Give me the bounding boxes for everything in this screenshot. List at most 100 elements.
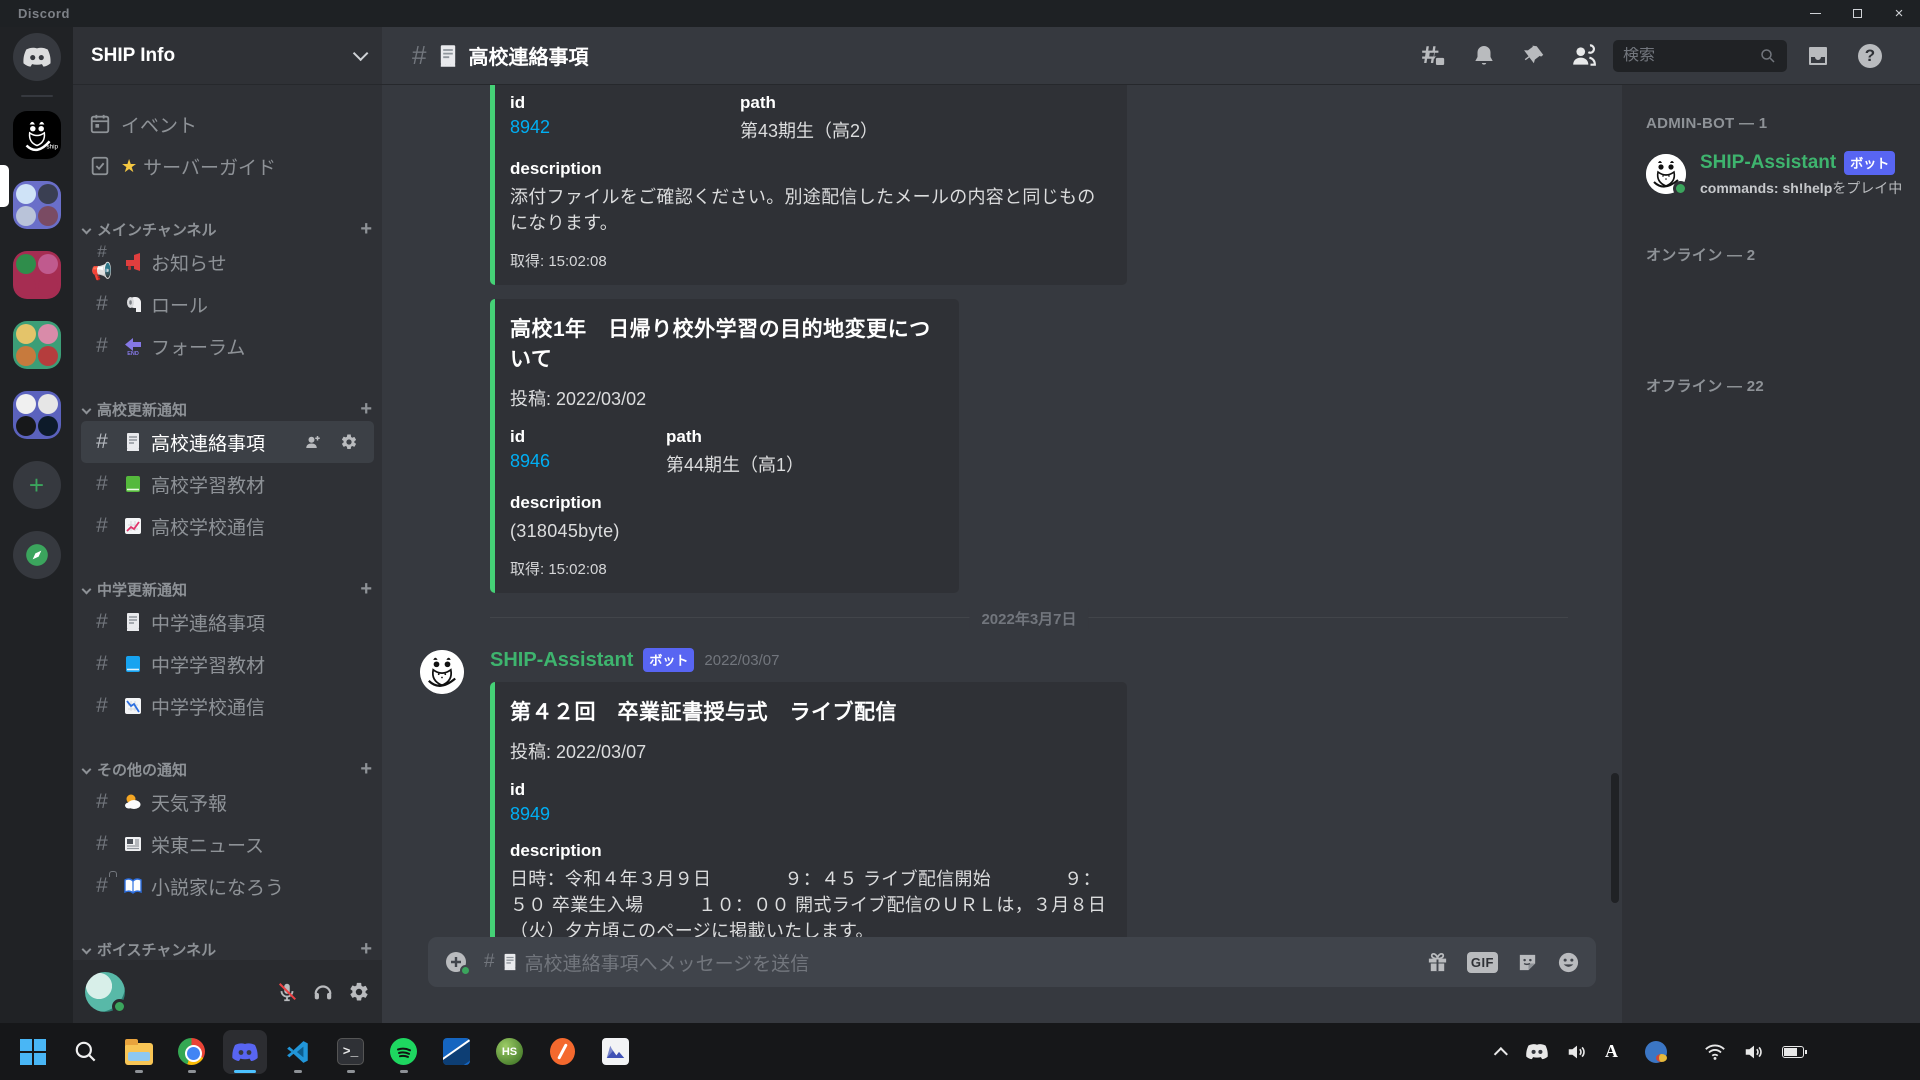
sidebar-item-events[interactable]: イベント: [81, 103, 374, 145]
tray-volume-icon-2[interactable]: [1743, 1041, 1765, 1063]
discord-home-button[interactable]: [13, 33, 61, 81]
message-input[interactable]: # 高校連絡事項へメッセージを送信 GIF: [428, 937, 1596, 987]
server-3[interactable]: [13, 251, 61, 299]
channel-jhs-notices[interactable]: 中学連絡事項: [81, 601, 374, 643]
notifications-bell-icon[interactable]: [1472, 44, 1496, 68]
taskbar-spotify[interactable]: [383, 1028, 424, 1076]
embed-field-value-link[interactable]: 8942: [510, 117, 740, 138]
sidebar-item-label: イベント: [121, 111, 197, 138]
battery-icon[interactable]: [1782, 1046, 1804, 1058]
tray-discord-icon[interactable]: [1525, 1043, 1549, 1060]
taskbar-chart-app[interactable]: [595, 1028, 636, 1076]
taskbar-affinity[interactable]: [436, 1028, 477, 1076]
taskbar-paint-app[interactable]: [542, 1028, 583, 1076]
vscode-icon: [285, 1039, 311, 1065]
embed-field-name: id: [510, 427, 666, 447]
server-ship-info[interactable]: ship: [13, 111, 61, 159]
channel-weather[interactable]: 天気予報: [81, 781, 374, 823]
member-row[interactable]: SHIP-Assistant ボット commands: sh!helpをプレイ…: [1646, 146, 1910, 202]
message-author[interactable]: SHIP-Assistant: [490, 649, 633, 672]
server-4[interactable]: [13, 321, 61, 369]
channel-novelist[interactable]: 小説家になろう: [81, 865, 374, 907]
headphones-icon[interactable]: [312, 981, 334, 1003]
taskbar-search-button[interactable]: [65, 1028, 106, 1076]
channel-hs-newsletter[interactable]: 高校学校通信: [81, 505, 374, 547]
member-list-toggle-icon[interactable]: [1571, 43, 1597, 69]
chat-scrollbar[interactable]: [1611, 773, 1619, 903]
channel-announcements[interactable]: 📢 お知らせ: [81, 241, 374, 283]
create-channel-icon[interactable]: [360, 578, 372, 601]
channel-jhs-newsletter[interactable]: 中学学校通信: [81, 685, 374, 727]
server-5[interactable]: [13, 391, 61, 439]
add-server-button[interactable]: [13, 461, 61, 509]
embed-description: 日時：令和４年３月９日 ９：４５ ライブ配信開始 ９：５０ 卒業生入場 １０：０…: [510, 866, 1110, 937]
create-channel-icon[interactable]: [360, 758, 372, 781]
create-invite-icon[interactable]: [304, 433, 322, 451]
section-main-channels[interactable]: メインチャンネル: [81, 217, 374, 241]
wifi-icon[interactable]: [1704, 1041, 1726, 1063]
pinned-messages-icon[interactable]: [1522, 44, 1545, 67]
edit-channel-gear-icon[interactable]: [340, 433, 358, 451]
mic-muted-icon[interactable]: [276, 981, 298, 1003]
threads-icon[interactable]: [1420, 43, 1446, 69]
orange-brush-icon: [550, 1038, 575, 1065]
channel-jhs-materials[interactable]: 中学学習教材: [81, 643, 374, 685]
channel-roles[interactable]: ロール: [81, 283, 374, 325]
embed-field-value-link[interactable]: 8949: [510, 804, 740, 825]
channel-forum[interactable]: フォーラム: [81, 325, 374, 367]
help-icon[interactable]: [1858, 44, 1882, 68]
taskbar-file-explorer[interactable]: [118, 1028, 159, 1076]
channel-label: 中学学習教材: [151, 651, 265, 678]
avatar[interactable]: [85, 972, 125, 1012]
section-voice-channels[interactable]: ボイスチャンネル: [81, 937, 374, 960]
taskbar-vscode[interactable]: [277, 1028, 318, 1076]
channel-hs-notices[interactable]: 高校連絡事項: [81, 421, 374, 463]
window-maximize-button[interactable]: [1836, 0, 1878, 27]
window-minimize-button[interactable]: [1794, 0, 1836, 27]
inbox-icon[interactable]: [1806, 44, 1830, 68]
search-box[interactable]: [1613, 40, 1787, 72]
receipt-emoji: [501, 953, 519, 971]
ime-indicator[interactable]: A: [1605, 1041, 1618, 1062]
taskbar-terminal[interactable]: >_: [330, 1028, 371, 1076]
channel-label: 小説家になろう: [151, 873, 284, 900]
green-book-emoji: [123, 474, 143, 494]
bot-avatar[interactable]: [420, 650, 464, 694]
chat-area: id 8942 path 第43期生（高2） description 添付ファイ…: [382, 85, 1622, 1023]
embed-field-value-link[interactable]: 8946: [510, 451, 666, 472]
server-header[interactable]: SHIP Info: [73, 27, 382, 85]
embed-title: 高校1年 日帰り校外学習の目的地変更について: [510, 313, 941, 373]
create-channel-icon[interactable]: [360, 398, 372, 421]
taskbar-discord-active[interactable]: [224, 1028, 265, 1076]
tray-globe-icon[interactable]: [1645, 1041, 1667, 1063]
channel-hs-materials[interactable]: 高校学習教材: [81, 463, 374, 505]
taskbar-hs-app[interactable]: HS: [489, 1028, 530, 1076]
gif-picker-button[interactable]: GIF: [1467, 952, 1498, 973]
running-indicator: [188, 1070, 196, 1073]
active-app-indicator: [234, 1070, 256, 1073]
server-2[interactable]: [13, 181, 61, 229]
section-juniorhigh-updates[interactable]: 中学更新通知: [81, 577, 374, 601]
sidebar-item-server-guide[interactable]: サーバーガイド: [81, 145, 374, 187]
embed-description: 添付ファイルをご確認ください。別途配信したメールの内容と同じものになります。: [510, 184, 1110, 236]
discord-logo-icon: [22, 46, 52, 68]
section-other-notifications[interactable]: その他の通知: [81, 757, 374, 781]
window-close-button[interactable]: ×: [1878, 0, 1920, 27]
hash-locked-icon: [89, 874, 115, 898]
running-indicator: [294, 1070, 302, 1073]
settings-gear-icon[interactable]: [348, 981, 370, 1003]
tray-expand-chevron-icon[interactable]: [1494, 1047, 1508, 1061]
start-button[interactable]: [12, 1028, 53, 1076]
section-highschool-updates[interactable]: 高校更新通知: [81, 397, 374, 421]
explore-servers-button[interactable]: [13, 531, 61, 579]
search-input[interactable]: [1623, 47, 1753, 65]
channel-list[interactable]: イベント サーバーガイド メインチャンネル 📢 お知らせ ロール: [73, 85, 382, 960]
channel-news[interactable]: 栄東ニュース: [81, 823, 374, 865]
gift-icon[interactable]: [1426, 951, 1449, 974]
taskbar-chrome[interactable]: [171, 1028, 212, 1076]
emoji-picker-icon[interactable]: [1557, 951, 1580, 974]
tray-volume-icon[interactable]: [1566, 1041, 1588, 1063]
sticker-icon[interactable]: [1516, 951, 1539, 974]
create-channel-icon[interactable]: [360, 938, 372, 961]
create-channel-icon[interactable]: [360, 218, 372, 241]
